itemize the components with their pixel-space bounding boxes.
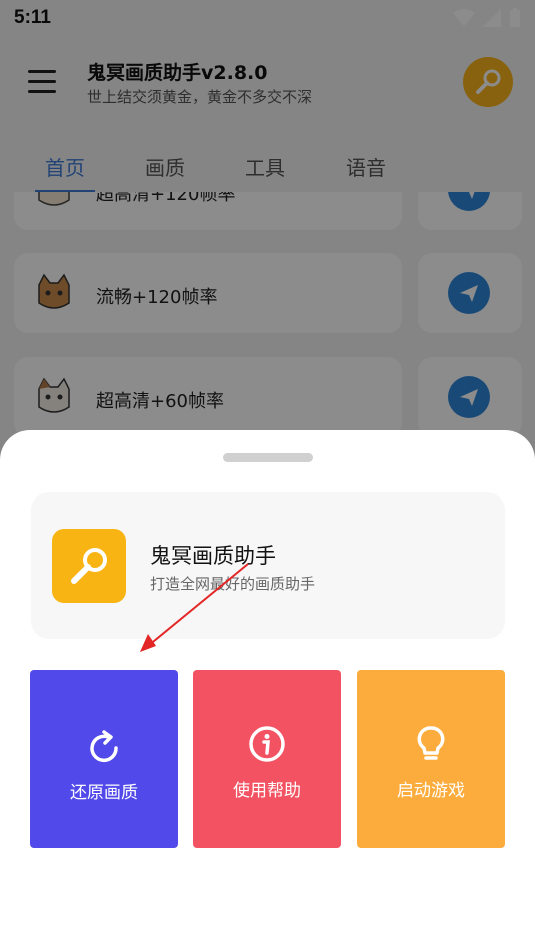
restore-quality-label: 还原画质	[70, 783, 138, 803]
restore-quality-button[interactable]: 还原画质	[30, 670, 178, 848]
drag-handle[interactable]	[223, 453, 313, 462]
bottom-sheet: 鬼冥画质助手 打造全网最好的画质助手 还原画质 使用帮助 启动游戏	[0, 430, 535, 951]
help-button[interactable]: 使用帮助	[193, 670, 341, 848]
lightbulb-icon	[417, 726, 445, 760]
app-info-card: 鬼冥画质助手 打造全网最好的画质助手	[31, 492, 505, 639]
app-description: 打造全网最好的画质助手	[150, 575, 316, 593]
help-label: 使用帮助	[233, 781, 301, 801]
info-icon	[249, 726, 285, 762]
launch-game-label: 启动游戏	[397, 781, 465, 801]
app-name: 鬼冥画质助手	[150, 544, 276, 568]
wrench-icon	[52, 529, 126, 603]
refresh-icon	[90, 730, 118, 763]
launch-game-button[interactable]: 启动游戏	[357, 670, 505, 848]
